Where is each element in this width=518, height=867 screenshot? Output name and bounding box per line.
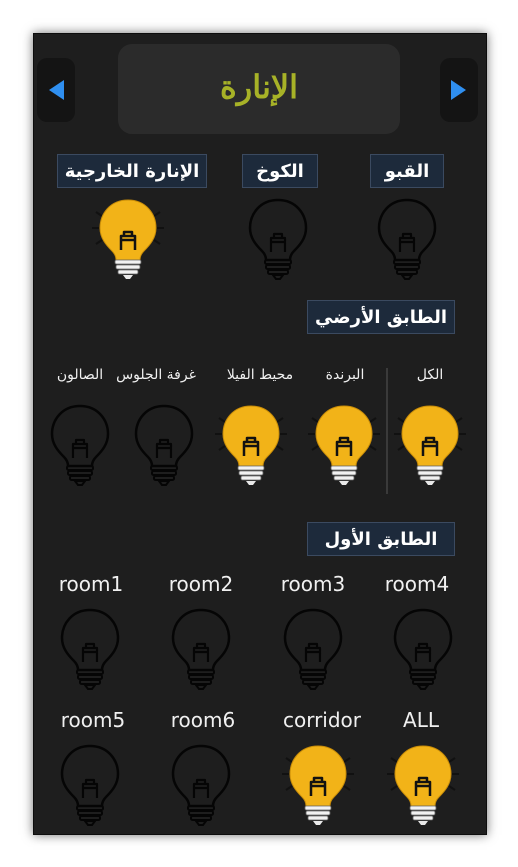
bulb-room3[interactable] xyxy=(273,602,353,692)
bulb-corridor[interactable] xyxy=(278,738,358,828)
bulb-veranda[interactable] xyxy=(304,398,384,488)
light-bulb-icon xyxy=(60,744,120,826)
tag-basement: القبو xyxy=(370,154,444,188)
tag-cabin: الكوخ xyxy=(242,154,318,188)
label-room1: room1 xyxy=(58,572,124,596)
label-veranda: البرندة xyxy=(325,367,365,383)
light-bulb-icon xyxy=(50,404,110,486)
bulb-outdoor-lighting[interactable] xyxy=(88,192,168,282)
label-ground-all: الكل xyxy=(416,367,444,383)
title-panel: الإنارة xyxy=(118,44,400,134)
page-title: الإنارة xyxy=(219,68,298,106)
light-bulb-icon xyxy=(308,405,380,485)
light-bulb-icon xyxy=(171,744,231,826)
label-room3: room3 xyxy=(280,572,346,596)
section-ground-floor: الطابق الأرضي xyxy=(307,300,455,334)
label-living-room: غرفة الجلوس xyxy=(116,367,196,383)
bulb-villa-perimeter[interactable] xyxy=(211,398,291,488)
triangle-left-icon xyxy=(49,80,64,100)
light-bulb-icon xyxy=(393,608,453,690)
light-bulb-icon xyxy=(387,745,459,825)
bulb-room4[interactable] xyxy=(383,602,463,692)
light-bulb-icon xyxy=(394,405,466,485)
label-corridor: corridor xyxy=(282,708,362,732)
divider xyxy=(386,368,388,494)
light-bulb-icon xyxy=(282,745,354,825)
label-villa-perimeter: محيط الفيلا xyxy=(226,367,294,383)
label-room4: room4 xyxy=(384,572,450,596)
tag-outdoor-lighting: الإنارة الخارجية xyxy=(57,154,207,188)
light-bulb-icon xyxy=(171,608,231,690)
label-room5: room5 xyxy=(60,708,126,732)
light-bulb-icon xyxy=(215,405,287,485)
bulb-room1[interactable] xyxy=(50,602,130,692)
light-bulb-icon xyxy=(134,404,194,486)
bulb-basement[interactable] xyxy=(367,192,447,282)
section-first-floor: الطابق الأول xyxy=(307,522,455,556)
light-bulb-icon xyxy=(283,608,343,690)
light-bulb-icon xyxy=(377,198,437,280)
bulb-room5[interactable] xyxy=(50,738,130,828)
bulb-salon[interactable] xyxy=(40,398,120,488)
label-room6: room6 xyxy=(170,708,236,732)
light-bulb-icon xyxy=(60,608,120,690)
bulb-cabin[interactable] xyxy=(238,192,318,282)
nav-next-button[interactable] xyxy=(440,58,478,122)
label-salon: الصالون xyxy=(56,367,104,383)
bulb-room2[interactable] xyxy=(161,602,241,692)
bulb-living-room[interactable] xyxy=(124,398,204,488)
label-room2: room2 xyxy=(168,572,234,596)
label-first-all: ALL xyxy=(403,708,439,732)
nav-previous-button[interactable] xyxy=(37,58,75,122)
bulb-room6[interactable] xyxy=(161,738,241,828)
bulb-first-all[interactable] xyxy=(383,738,463,828)
light-bulb-icon xyxy=(248,198,308,280)
light-bulb-icon xyxy=(92,199,164,279)
triangle-right-icon xyxy=(451,80,466,100)
bulb-ground-all[interactable] xyxy=(390,398,470,488)
